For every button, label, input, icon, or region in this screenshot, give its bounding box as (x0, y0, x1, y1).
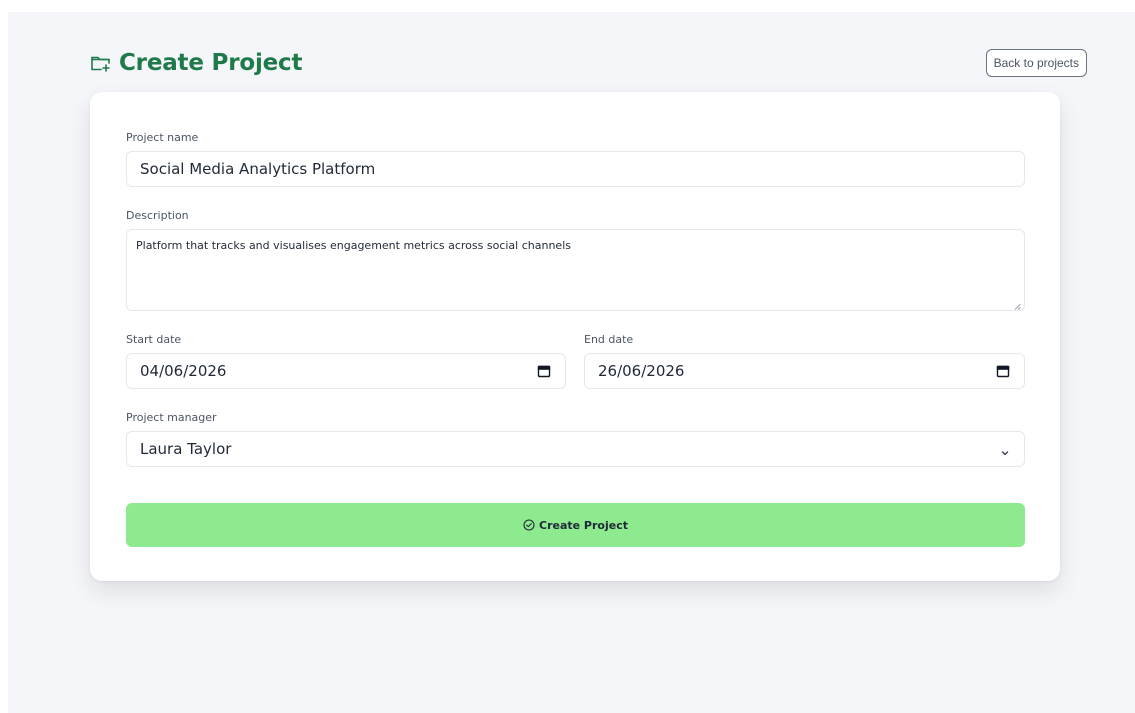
start-date-input[interactable]: 04/06/2026 (126, 353, 566, 389)
create-project-button[interactable]: Create Project (126, 503, 1025, 547)
end-date-input[interactable]: 26/06/2026 (584, 353, 1025, 389)
page-background: Create Project Back to projects Project … (8, 12, 1135, 713)
page-title: Create Project (119, 50, 303, 76)
back-to-projects-button[interactable]: Back to projects (985, 49, 1087, 77)
page-header: Create Project Back to projects (89, 46, 1087, 80)
description-textarea[interactable]: Platform that tracks and visualises enga… (126, 229, 1025, 311)
project-name-label: Project name (126, 131, 199, 144)
end-date-value: 26/06/2026 (598, 362, 685, 380)
calendar-icon[interactable] (996, 364, 1010, 378)
create-project-card: Project name Social Media Analytics Plat… (90, 92, 1060, 581)
calendar-icon[interactable] (537, 364, 551, 378)
resize-grip-icon[interactable] (1014, 300, 1021, 310)
chevron-down-icon (1000, 444, 1010, 456)
description-label: Description (126, 209, 189, 222)
folder-plus-icon (89, 51, 113, 75)
project-manager-label: Project manager (126, 411, 217, 424)
start-date-label: Start date (126, 333, 182, 346)
project-name-input[interactable]: Social Media Analytics Platform (126, 151, 1025, 187)
title-group: Create Project (89, 50, 302, 76)
project-manager-value: Laura Taylor (140, 440, 232, 458)
project-manager-select[interactable]: Laura Taylor (126, 431, 1025, 467)
start-date-value: 04/06/2026 (140, 362, 227, 380)
description-value: Platform that tracks and visualises enga… (136, 239, 571, 252)
end-date-label: End date (584, 333, 634, 346)
project-name-value: Social Media Analytics Platform (140, 160, 376, 178)
check-circle-icon (523, 519, 535, 531)
create-project-button-label: Create Project (539, 518, 628, 532)
